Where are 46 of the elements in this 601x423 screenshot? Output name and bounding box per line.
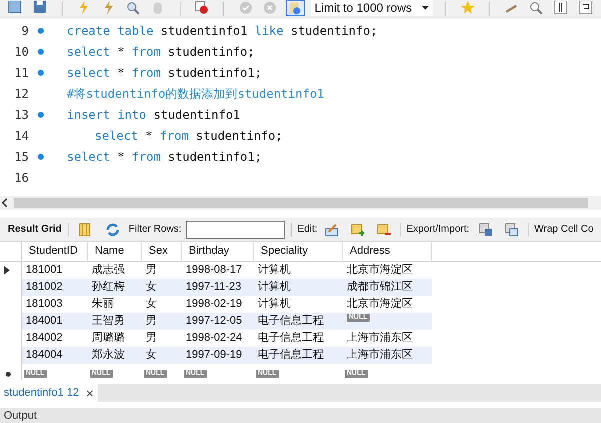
code-line: select * from studentinfo1;: [67, 148, 262, 166]
table-cell: 电子信息工程: [254, 347, 343, 364]
line-number: 16: [14, 170, 29, 186]
line-number: 9: [20, 22, 29, 40]
line-number: 10: [14, 44, 29, 60]
table-cell: 1997-12-05: [182, 313, 254, 330]
filter-rows-field[interactable]: [186, 220, 285, 238]
table-cell: 女: [142, 279, 182, 296]
edit-label: Edit:: [298, 223, 318, 237]
limit-rows-select[interactable]: Limit to 1000 rows: [310, 0, 434, 16]
code-line: select * from studentinfo;: [94, 128, 283, 144]
export-import-label: Export/Import:: [406, 223, 470, 237]
horizontal-scrollbar-thumb[interactable]: [14, 198, 588, 208]
scroll-left-icon[interactable]: [0, 198, 10, 208]
line-number: 11: [14, 64, 29, 82]
table-cell: 孙红梅: [88, 279, 142, 296]
table-cell: 181002: [22, 279, 88, 296]
line-number: 13: [14, 106, 29, 124]
table-cell: 成都市锦江区: [343, 279, 432, 296]
code-line: #将studentinfo的数据添加到studentinfo1: [67, 86, 324, 102]
table-cell: 电子信息工程: [254, 313, 343, 330]
table-cell: 上海市浦东区: [343, 347, 432, 364]
result-tab[interactable]: studentinfo1 12 ×: [0, 384, 98, 402]
result-grid-label[interactable]: Result Grid: [8, 222, 62, 237]
paragraph-icon[interactable]: [552, 0, 570, 16]
close-tab-button[interactable]: ×: [86, 386, 94, 400]
code-line: select * from studentinfo1;: [67, 64, 262, 82]
table-cell: 1997-09-19: [182, 347, 254, 364]
table-cell: 男: [142, 313, 182, 330]
filter-rows-label: Filter Rows:: [128, 223, 182, 237]
table-cell: 1997-11-23: [182, 279, 254, 296]
wrap-cell-label[interactable]: Wrap Cell Co: [534, 222, 594, 237]
code-line: select * from studentinfo;: [67, 44, 255, 60]
table-cell: 184001: [22, 313, 88, 330]
line-number: 12: [14, 86, 29, 102]
code-line: insert into studentinfo1: [67, 106, 240, 124]
line-number: 14: [14, 128, 29, 144]
code-line: create table studentinfo1 like studentinfo;: [67, 22, 378, 40]
output-panel-title: Output: [3, 409, 38, 423]
table-cell: 184004: [22, 347, 88, 364]
line-number: 15: [14, 148, 29, 166]
dropdown-caret-icon: [422, 6, 430, 10]
table-cell: 计算机: [254, 279, 343, 296]
table-cell: 郑永波: [88, 347, 142, 364]
table-cell: 王智勇: [88, 313, 142, 330]
table-cell: 女: [142, 347, 182, 364]
